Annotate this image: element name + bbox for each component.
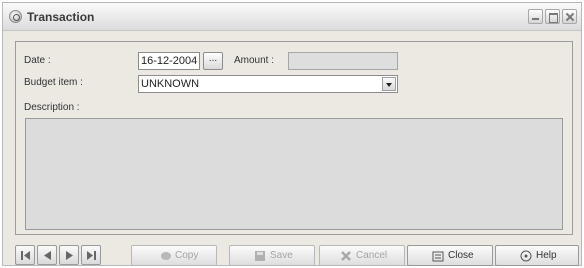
date-field[interactable]: 16-12-2004 — [138, 52, 200, 70]
budget-item-value: UNKNOWN — [141, 78, 200, 90]
description-field[interactable] — [25, 118, 563, 230]
last-record-button[interactable] — [81, 245, 101, 265]
close-window-button[interactable] — [562, 9, 577, 24]
close-icon — [432, 251, 444, 262]
date-picker-button[interactable]: ... — [203, 52, 223, 70]
minimize-button[interactable] — [528, 9, 543, 24]
app-icon — [9, 10, 22, 23]
save-icon — [255, 251, 265, 261]
previous-record-button[interactable] — [37, 245, 57, 265]
previous-record-icon — [44, 251, 51, 260]
help-icon — [520, 250, 532, 262]
date-label: Date : — [24, 55, 51, 66]
copy-button[interactable]: Copy — [131, 245, 217, 266]
amount-field[interactable] — [288, 52, 398, 70]
help-button[interactable]: Help — [495, 245, 579, 266]
cancel-button[interactable]: Cancel — [319, 245, 405, 266]
title-bar[interactable]: Transaction — [3, 3, 581, 31]
form-panel: Date : 16-12-2004 ... Amount : Budget it… — [15, 41, 573, 235]
copy-icon — [161, 252, 171, 260]
cancel-label: Cancel — [356, 250, 388, 261]
close-label: Close — [448, 250, 474, 261]
help-label: Help — [536, 250, 557, 261]
copy-label: Copy — [175, 250, 199, 261]
amount-label: Amount : — [234, 55, 275, 66]
last-record-icon — [87, 251, 96, 260]
close-button[interactable]: Close — [407, 245, 493, 266]
description-label: Description : — [24, 102, 80, 113]
cancel-icon — [341, 251, 351, 261]
save-label: Save — [270, 250, 293, 261]
chevron-down-icon[interactable] — [382, 77, 396, 91]
next-record-button[interactable] — [59, 245, 79, 265]
maximize-button[interactable] — [545, 9, 560, 24]
transaction-window: Transaction Date : 16-12-2004 ... Amount… — [2, 2, 582, 266]
first-record-button[interactable] — [15, 245, 35, 265]
budget-item-label: Budget item : — [24, 77, 83, 88]
next-record-icon — [66, 251, 73, 260]
window-title: Transaction — [27, 10, 95, 24]
save-button[interactable]: Save — [229, 245, 315, 266]
budget-item-select[interactable]: UNKNOWN — [138, 75, 398, 93]
first-record-icon — [21, 251, 30, 260]
